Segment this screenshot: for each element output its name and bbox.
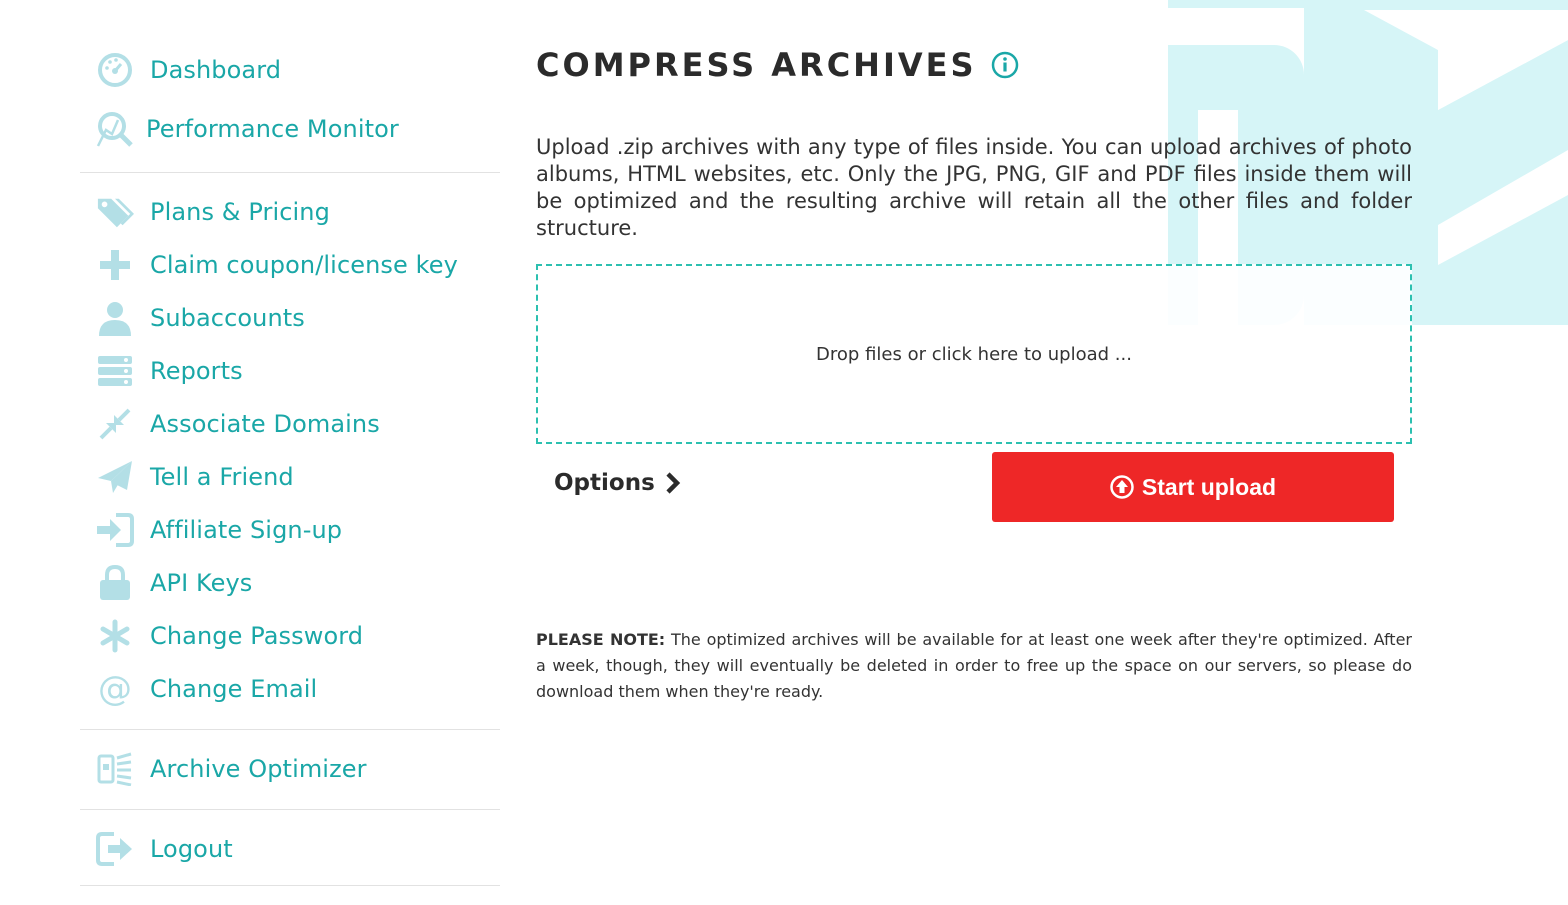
sidebar-item-subaccounts[interactable]: Subaccounts bbox=[80, 291, 500, 344]
asterisk-icon bbox=[96, 617, 134, 655]
note-text: The optimized archives will be available… bbox=[536, 630, 1412, 701]
dropzone-text: Drop files or click here to upload ... bbox=[816, 343, 1132, 365]
performance-monitor-icon bbox=[96, 110, 134, 148]
sidebar-item-performance-monitor[interactable]: Performance Monitor bbox=[80, 99, 500, 158]
logout-icon bbox=[96, 830, 134, 868]
sidebar-item-label: Archive Optimizer bbox=[150, 754, 367, 783]
upload-dropzone[interactable]: Drop files or click here to upload ... bbox=[536, 264, 1412, 444]
sidebar-group-main: Dashboard Performance Monitor bbox=[80, 40, 500, 158]
retention-note: PLEASE NOTE: The optimized archives will… bbox=[536, 627, 1412, 705]
sidebar-item-affiliate-signup[interactable]: Affiliate Sign-up bbox=[80, 503, 500, 556]
sidebar-group-tools: Archive Optimizer bbox=[80, 742, 500, 795]
compress-arrows-icon bbox=[96, 405, 134, 443]
sidebar-item-plans-pricing[interactable]: Plans & Pricing bbox=[80, 185, 500, 238]
note-label: PLEASE NOTE: bbox=[536, 630, 666, 649]
sidebar-nav: Dashboard Performance Monitor Plans & Pr… bbox=[80, 40, 500, 898]
sidebar-item-label: Reports bbox=[150, 356, 243, 385]
sidebar-group-session: Logout bbox=[80, 822, 500, 875]
sidebar-item-claim-coupon[interactable]: Claim coupon/license key bbox=[80, 238, 500, 291]
page-description: Upload .zip archives with any type of fi… bbox=[536, 135, 1412, 240]
info-icon[interactable] bbox=[991, 51, 1019, 79]
sidebar-divider bbox=[80, 172, 500, 173]
price-tag-icon bbox=[96, 193, 134, 231]
sidebar-item-change-email[interactable]: @ Change Email bbox=[80, 662, 500, 715]
sidebar-item-dashboard[interactable]: Dashboard bbox=[80, 40, 500, 99]
dashboard-icon bbox=[96, 51, 134, 89]
lock-icon bbox=[96, 564, 134, 602]
upload-actions: Options Start upload bbox=[536, 452, 1412, 532]
plus-icon bbox=[96, 246, 134, 284]
sidebar-item-associate-domains[interactable]: Associate Domains bbox=[80, 397, 500, 450]
sidebar-item-label: Performance Monitor bbox=[146, 114, 399, 143]
sidebar-item-label: Plans & Pricing bbox=[150, 197, 330, 226]
title-row: COMPRESS ARCHIVES bbox=[536, 40, 1412, 90]
archive-icon bbox=[96, 750, 134, 788]
main-content: COMPRESS ARCHIVES Upload .zip archives w… bbox=[536, 40, 1412, 705]
sidebar-item-tell-a-friend[interactable]: Tell a Friend bbox=[80, 450, 500, 503]
sidebar-item-label: Dashboard bbox=[150, 55, 282, 84]
reports-icon bbox=[96, 352, 134, 390]
page-title: COMPRESS ARCHIVES bbox=[536, 46, 977, 84]
sidebar-item-label: Associate Domains bbox=[150, 409, 380, 438]
sidebar-item-label: Change Password bbox=[150, 621, 364, 650]
sidebar-group-account: Plans & Pricing Claim coupon/license key… bbox=[80, 185, 500, 715]
options-toggle[interactable]: Options bbox=[554, 470, 681, 496]
sidebar-divider bbox=[80, 809, 500, 810]
sidebar-item-change-password[interactable]: Change Password bbox=[80, 609, 500, 662]
at-sign-icon: @ bbox=[98, 668, 132, 709]
sidebar-item-label: Tell a Friend bbox=[150, 462, 294, 491]
start-upload-button[interactable]: Start upload bbox=[992, 452, 1394, 522]
sidebar-item-label: Change Email bbox=[150, 674, 318, 703]
sidebar-item-label: Logout bbox=[150, 834, 233, 863]
sidebar-item-archive-optimizer[interactable]: Archive Optimizer bbox=[80, 742, 500, 795]
sidebar-item-label: Subaccounts bbox=[150, 303, 305, 332]
sidebar-divider bbox=[80, 729, 500, 730]
sidebar-divider bbox=[80, 885, 500, 886]
sidebar-item-api-keys[interactable]: API Keys bbox=[80, 556, 500, 609]
sign-in-icon bbox=[96, 511, 134, 549]
start-upload-label: Start upload bbox=[1141, 473, 1277, 500]
user-icon bbox=[96, 299, 134, 337]
sidebar-item-reports[interactable]: Reports bbox=[80, 344, 500, 397]
sidebar-item-logout[interactable]: Logout bbox=[80, 822, 500, 875]
chevron-right-icon bbox=[666, 472, 680, 494]
sidebar-item-label: API Keys bbox=[150, 568, 253, 597]
sidebar-item-label: Claim coupon/license key bbox=[150, 250, 458, 279]
sidebar-item-label: Affiliate Sign-up bbox=[150, 515, 343, 544]
upload-circle-icon bbox=[1110, 475, 1134, 499]
paper-plane-icon bbox=[96, 458, 134, 496]
options-label: Options bbox=[554, 470, 655, 496]
